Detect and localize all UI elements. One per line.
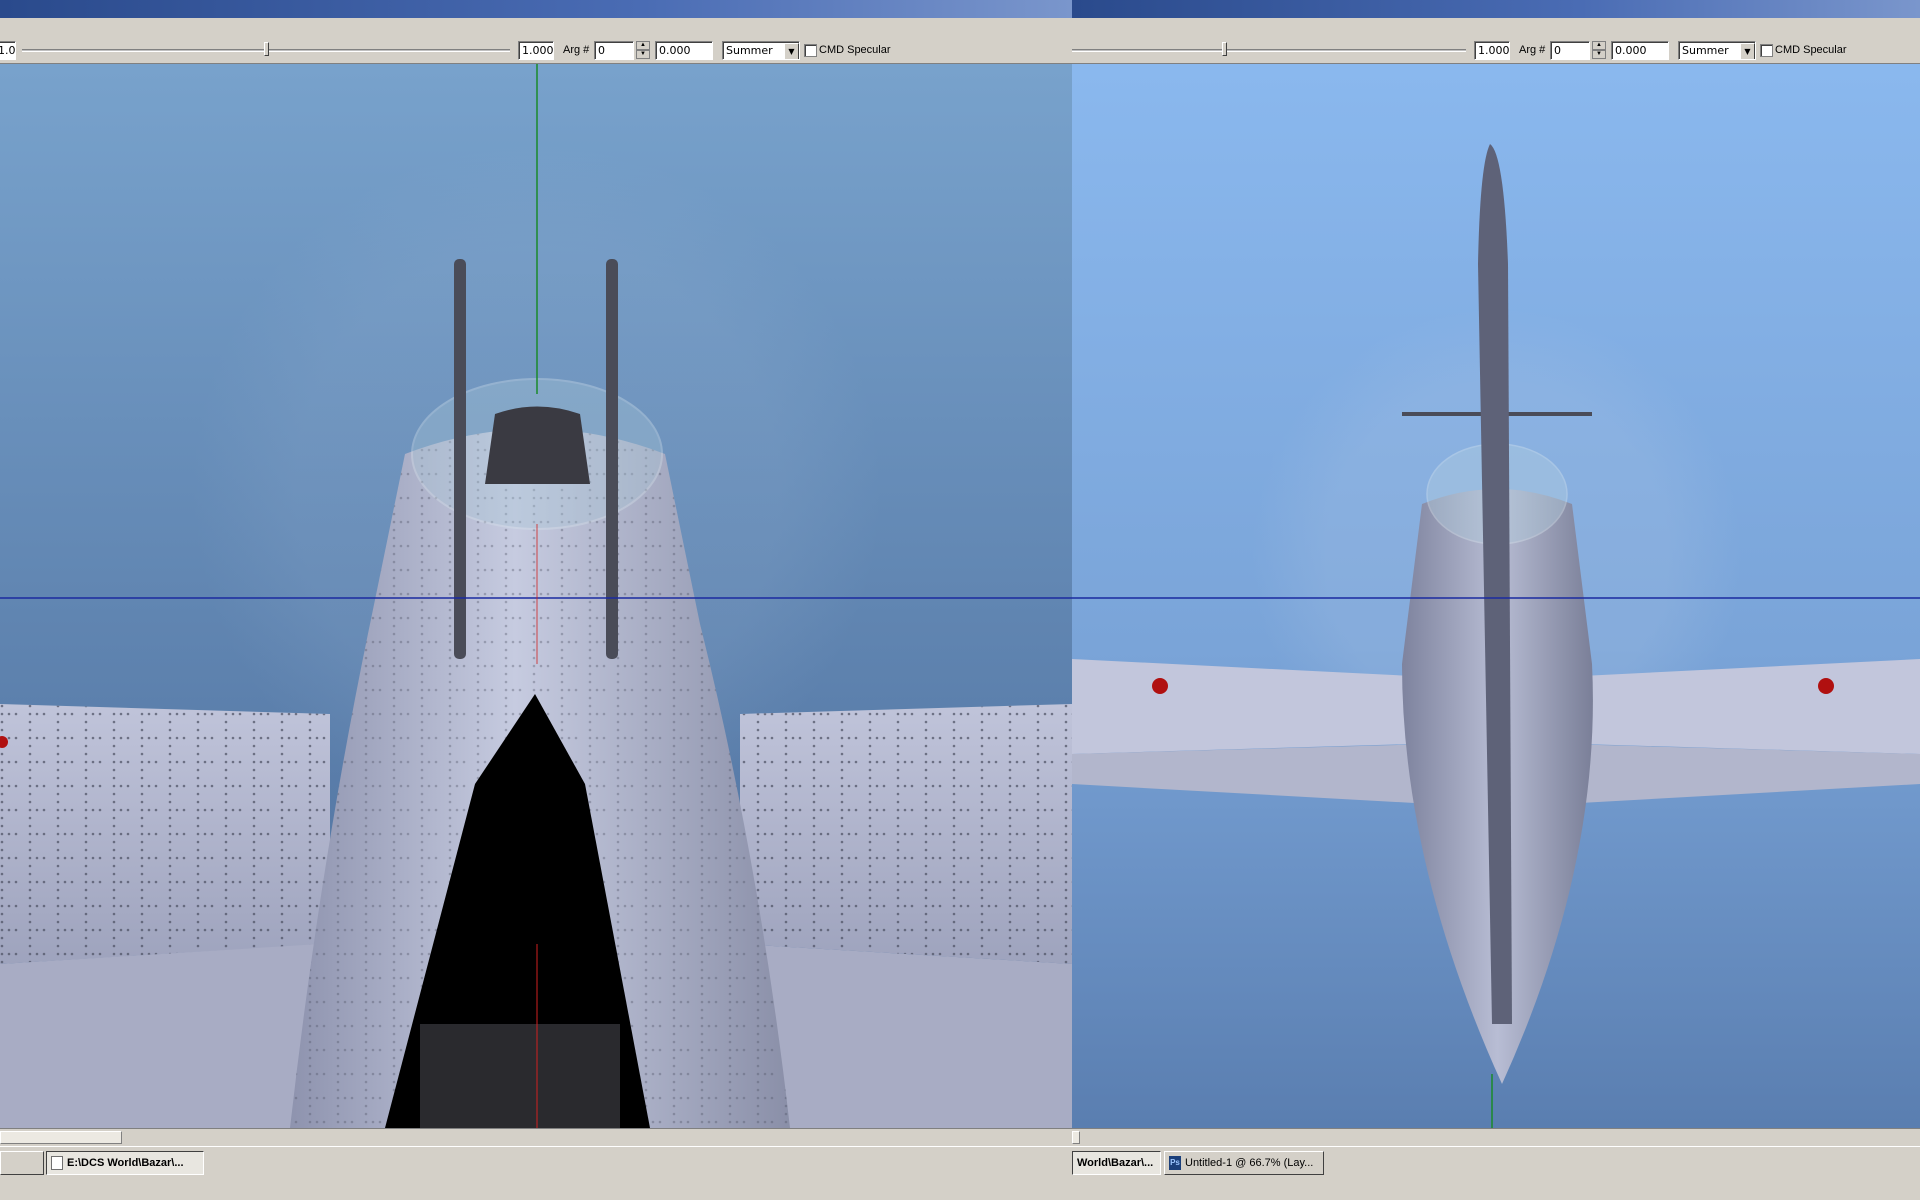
3d-viewport-rear-view[interactable] xyxy=(0,64,1072,1128)
season-select[interactable]: Summer ▼ xyxy=(1678,41,1756,60)
arg-result-field[interactable]: 0.000 xyxy=(1611,41,1669,60)
taskbar-button-dcs-folder[interactable]: E:\DCS World\Bazar\... xyxy=(46,1151,204,1175)
season-select[interactable]: Summer ▼ xyxy=(722,41,800,60)
animation-slider-thumb[interactable] xyxy=(264,42,269,56)
scrollbar-thumb[interactable] xyxy=(1072,1131,1080,1144)
specular-checkbox[interactable] xyxy=(1760,44,1773,57)
animation-slider-track[interactable] xyxy=(1072,49,1466,52)
taskbar-button-dcs-folder[interactable]: World\Bazar\... xyxy=(1072,1151,1161,1175)
spin-up-icon[interactable]: ▲ xyxy=(1592,41,1606,50)
document-icon xyxy=(51,1156,63,1170)
taskbar-button-label: World\Bazar\... xyxy=(1077,1157,1154,1169)
arg-label: Arg # xyxy=(1519,44,1546,56)
aircraft-rear-view-render xyxy=(0,64,1072,1128)
left-viewport-window: 1.000 1.000 Arg # 0 ▲ ▼ 0.000 Summer ▼ C… xyxy=(0,0,1072,1200)
right-viewport-window: 1.000 Arg # 0 ▲ ▼ 0.000 Summer ▼ CMD Spe… xyxy=(1072,0,1920,1200)
value-field[interactable]: 1.000 xyxy=(1474,41,1510,60)
horizontal-scrollbar[interactable] xyxy=(1072,1128,1920,1146)
spin-down-icon[interactable]: ▼ xyxy=(636,50,650,59)
season-select-value: Summer xyxy=(1682,44,1729,57)
taskbar-button-label: E:\DCS World\Bazar\... xyxy=(67,1157,184,1169)
viewer-toolbar: 1.000 Arg # 0 ▲ ▼ 0.000 Summer ▼ CMD Spe… xyxy=(1072,18,1920,64)
taskbar: E:\DCS World\Bazar\... xyxy=(0,1146,1072,1200)
horizontal-scrollbar[interactable] xyxy=(0,1128,1072,1146)
specular-label: CMD Specular xyxy=(1775,44,1847,56)
left-wing-roundel xyxy=(1152,678,1168,694)
specular-checkbox[interactable] xyxy=(804,44,817,57)
taskbar-button-prev[interactable] xyxy=(0,1151,44,1175)
cockpit-headrest xyxy=(485,406,590,484)
arg-result-field[interactable]: 0.000 xyxy=(655,41,713,60)
value-field[interactable]: 1.000 xyxy=(518,41,554,60)
animation-slider-thumb[interactable] xyxy=(1222,42,1227,56)
scrollbar-thumb[interactable] xyxy=(0,1131,122,1144)
arg-spinner[interactable]: ▲ ▼ xyxy=(1592,41,1606,60)
arg-number-field[interactable]: 0 xyxy=(1550,41,1590,60)
arg-spinner[interactable]: ▲ ▼ xyxy=(636,41,650,60)
aircraft-rear-view-render-far xyxy=(1072,64,1920,1128)
window-titlebar[interactable] xyxy=(1072,0,1920,18)
chevron-down-icon[interactable]: ▼ xyxy=(784,43,799,59)
frame-start-field[interactable]: 1.000 xyxy=(0,41,16,60)
left-gun-barrel xyxy=(454,259,466,659)
viewer-toolbar: 1.000 1.000 Arg # 0 ▲ ▼ 0.000 Summer ▼ C… xyxy=(0,18,1072,64)
photoshop-icon: Ps xyxy=(1169,1156,1181,1170)
window-titlebar[interactable] xyxy=(0,0,1072,18)
spin-down-icon[interactable]: ▼ xyxy=(1592,50,1606,59)
spin-up-icon[interactable]: ▲ xyxy=(636,41,650,50)
arg-number-field[interactable]: 0 xyxy=(594,41,634,60)
chevron-down-icon[interactable]: ▼ xyxy=(1740,43,1755,59)
right-gun-barrel xyxy=(606,259,618,659)
arg-label: Arg # xyxy=(563,44,590,56)
taskbar: World\Bazar\... Ps Untitled-1 @ 66.7% (L… xyxy=(1072,1146,1920,1200)
3d-viewport-rear-view-far[interactable] xyxy=(1072,64,1920,1128)
right-wing-roundel xyxy=(1818,678,1834,694)
season-select-value: Summer xyxy=(726,44,773,57)
taskbar-button-photoshop[interactable]: Ps Untitled-1 @ 66.7% (Lay... xyxy=(1164,1151,1324,1175)
specular-label: CMD Specular xyxy=(819,44,891,56)
taskbar-button-label: Untitled-1 @ 66.7% (Lay... xyxy=(1185,1157,1314,1169)
